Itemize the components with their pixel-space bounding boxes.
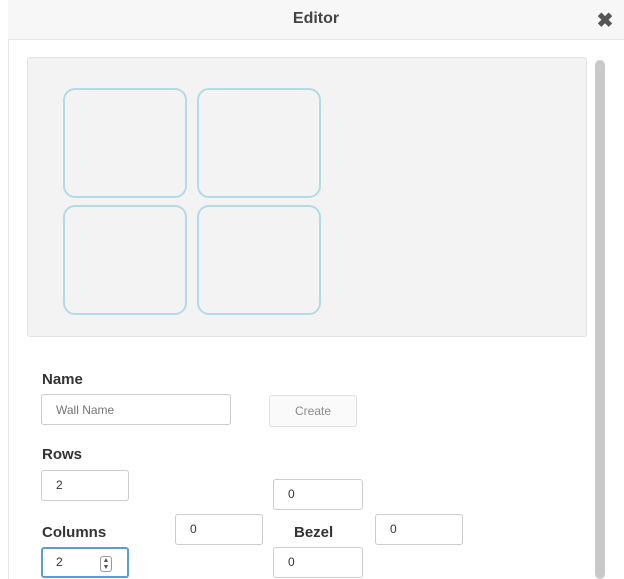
bezel-label: Bezel bbox=[294, 524, 334, 541]
screen-cell[interactable] bbox=[197, 88, 321, 198]
spinner-icon[interactable]: ▲ ▼ bbox=[100, 556, 112, 572]
offset-bottom-input[interactable]: 0 bbox=[273, 547, 363, 578]
name-label: Name bbox=[42, 371, 83, 388]
dialog-title: Editor bbox=[292, 10, 340, 27]
offset-left-input[interactable]: 0 bbox=[175, 514, 263, 545]
screen-cell[interactable] bbox=[197, 205, 321, 315]
dialog-left-border bbox=[8, 40, 9, 579]
offset-top-input[interactable]: 0 bbox=[273, 479, 363, 510]
screen-cell[interactable] bbox=[63, 88, 187, 198]
create-button[interactable]: Create bbox=[269, 395, 357, 427]
scrollbar-thumb[interactable] bbox=[595, 60, 605, 579]
screen-cell[interactable] bbox=[63, 205, 187, 315]
wall-name-input[interactable] bbox=[41, 394, 231, 425]
close-icon[interactable]: ✖ bbox=[596, 11, 614, 31]
bezel-input[interactable]: 0 bbox=[375, 514, 463, 545]
rows-input[interactable]: 2 bbox=[41, 470, 129, 501]
columns-label: Columns bbox=[42, 524, 107, 541]
columns-input[interactable]: 2 bbox=[41, 547, 129, 578]
rows-label: Rows bbox=[42, 446, 83, 463]
